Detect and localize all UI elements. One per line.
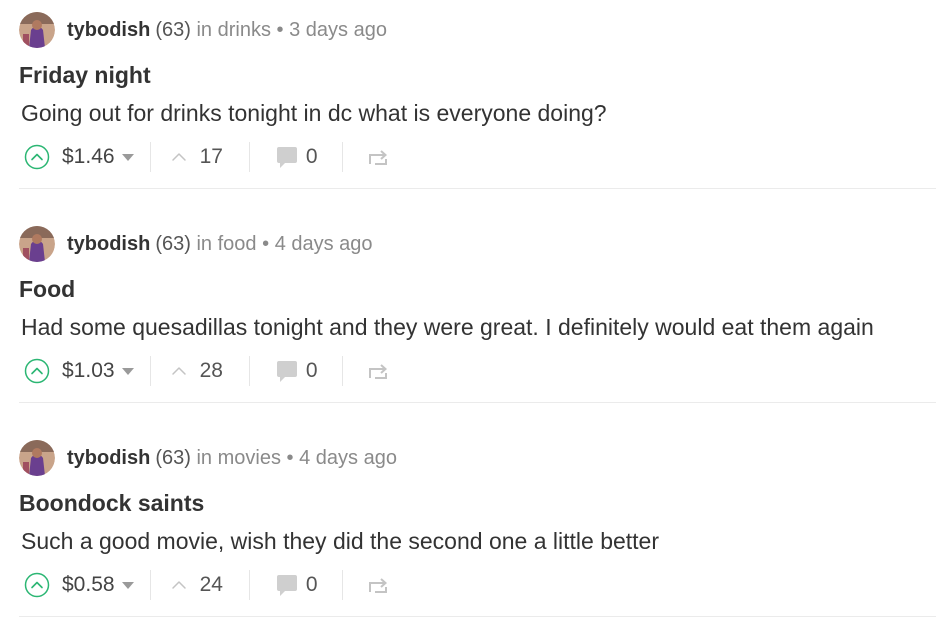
payout-amount-dropdown[interactable]: $0.58 bbox=[62, 573, 134, 597]
upvote-circle-icon[interactable] bbox=[24, 144, 50, 170]
post-divider bbox=[19, 616, 936, 617]
username-link[interactable]: tybodish bbox=[67, 19, 150, 41]
post-meta: tybodish (63) in movies • 4 days ago bbox=[67, 446, 397, 470]
vote-count[interactable]: 24 bbox=[171, 573, 223, 597]
category-link[interactable]: food bbox=[218, 233, 257, 255]
chevron-up-icon bbox=[171, 153, 186, 161]
avatar[interactable] bbox=[19, 12, 55, 48]
chevron-up-icon bbox=[171, 581, 186, 589]
payout-amount-dropdown[interactable]: $1.03 bbox=[62, 359, 134, 383]
post-body: Had some quesadillas tonight and they we… bbox=[21, 314, 874, 340]
comments-button[interactable]: 0 bbox=[276, 359, 318, 383]
post-time: 4 days ago bbox=[299, 447, 397, 469]
caret-down-icon bbox=[121, 153, 134, 161]
category-link[interactable]: movies bbox=[218, 447, 281, 469]
post-card: tybodish (63) in movies • 4 days ago Boon… bbox=[0, 428, 936, 619]
post-body: Such a good movie, wish they did the sec… bbox=[21, 528, 660, 554]
post-body: Going out for drinks tonight in dc what … bbox=[21, 100, 607, 126]
divider bbox=[248, 570, 250, 600]
vote-count-value: 24 bbox=[199, 573, 223, 596]
upvote-circle-icon[interactable] bbox=[24, 572, 50, 598]
username-link[interactable]: tybodish bbox=[67, 447, 150, 469]
divider bbox=[149, 142, 151, 172]
upvote-circle-icon[interactable] bbox=[24, 358, 50, 384]
meta-separator: • bbox=[262, 233, 270, 255]
post-header: tybodish (63) in food • 4 days ago bbox=[19, 226, 373, 262]
post-card: tybodish (63) in drinks • 3 days ago Frid… bbox=[0, 0, 936, 214]
in-label: in bbox=[196, 19, 213, 41]
meta-separator: • bbox=[286, 447, 294, 469]
post-header: tybodish (63) in drinks • 3 days ago bbox=[19, 12, 387, 48]
reputation-score: (63) bbox=[155, 19, 191, 41]
chevron-up-icon bbox=[171, 367, 186, 375]
divider bbox=[149, 356, 151, 386]
post-meta: tybodish (63) in food • 4 days ago bbox=[67, 232, 373, 256]
repost-icon bbox=[368, 150, 387, 165]
post-actions: $0.58 24 0 bbox=[24, 567, 389, 603]
divider bbox=[341, 570, 343, 600]
repost-button[interactable] bbox=[367, 575, 389, 595]
post-time: 4 days ago bbox=[274, 233, 373, 255]
divider bbox=[248, 356, 250, 386]
comments-button[interactable]: 0 bbox=[276, 573, 318, 597]
comment-count: 0 bbox=[305, 359, 318, 382]
payout-amount-dropdown[interactable]: $1.46 bbox=[62, 145, 134, 169]
reputation-score: (63) bbox=[155, 233, 191, 255]
vote-count-value: 17 bbox=[199, 145, 223, 168]
vote-count[interactable]: 28 bbox=[171, 359, 223, 383]
payout-amount: $1.03 bbox=[62, 359, 115, 382]
post-divider bbox=[19, 188, 936, 189]
in-label: in bbox=[196, 447, 213, 469]
post-actions: $1.03 28 0 bbox=[24, 353, 389, 389]
comment-count: 0 bbox=[305, 573, 318, 596]
caret-down-icon bbox=[121, 581, 134, 589]
payout-amount: $1.46 bbox=[62, 145, 115, 168]
vote-count-value: 28 bbox=[199, 359, 223, 382]
post-meta: tybodish (63) in drinks • 3 days ago bbox=[67, 18, 387, 42]
username-link[interactable]: tybodish bbox=[67, 233, 150, 255]
post-title[interactable]: Friday night bbox=[19, 60, 151, 90]
post-title[interactable]: Food bbox=[19, 274, 75, 304]
post-card: tybodish (63) in food • 4 days ago Food H… bbox=[0, 214, 936, 428]
comment-bubble-icon bbox=[276, 361, 297, 382]
post-time: 3 days ago bbox=[289, 19, 387, 41]
repost-icon bbox=[368, 578, 387, 593]
divider bbox=[149, 570, 151, 600]
comments-button[interactable]: 0 bbox=[276, 145, 318, 169]
reputation-score: (63) bbox=[155, 447, 191, 469]
vote-count[interactable]: 17 bbox=[171, 145, 223, 169]
avatar[interactable] bbox=[19, 440, 55, 476]
post-header: tybodish (63) in movies • 4 days ago bbox=[19, 440, 397, 476]
comment-bubble-icon bbox=[276, 575, 297, 596]
post-title[interactable]: Boondock saints bbox=[19, 488, 204, 518]
post-divider bbox=[19, 402, 936, 403]
avatar[interactable] bbox=[19, 226, 55, 262]
post-feed: tybodish (63) in drinks • 3 days ago Frid… bbox=[0, 0, 936, 619]
comment-bubble-icon bbox=[276, 147, 297, 168]
meta-separator: • bbox=[276, 19, 284, 41]
post-actions: $1.46 17 0 bbox=[24, 139, 389, 175]
in-label: in bbox=[196, 233, 213, 255]
repost-button[interactable] bbox=[367, 361, 389, 381]
repost-button[interactable] bbox=[367, 147, 389, 167]
category-link[interactable]: drinks bbox=[218, 19, 271, 41]
caret-down-icon bbox=[121, 367, 134, 375]
divider bbox=[341, 142, 343, 172]
divider bbox=[341, 356, 343, 386]
payout-amount: $0.58 bbox=[62, 573, 115, 596]
repost-icon bbox=[368, 364, 387, 379]
comment-count: 0 bbox=[305, 145, 318, 168]
divider bbox=[248, 142, 250, 172]
